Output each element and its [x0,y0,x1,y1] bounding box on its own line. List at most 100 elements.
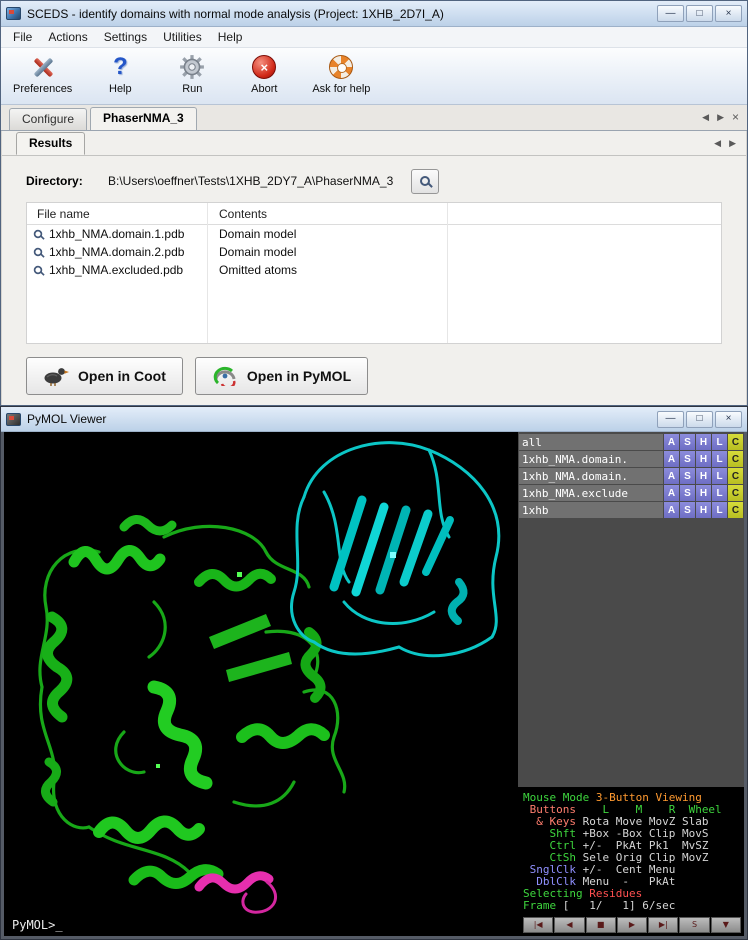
browse-directory-button[interactable] [411,169,439,194]
file-contents: Domain model [207,245,296,259]
vcr-s-button[interactable]: S [679,917,709,933]
vcr-rewind-button[interactable]: |◀ [523,917,553,933]
action-button[interactable]: A [664,485,679,501]
frame-counter-line: Frame [ 1/ 1] 6/sec [523,900,742,912]
pymol-app-icon [6,413,21,426]
ask-for-help-button[interactable]: Ask for help [312,53,370,95]
pymol-minimize-button[interactable]: — [657,411,684,428]
object-row-all: all A S H L C [519,434,743,450]
show-button[interactable]: S [680,468,695,484]
hide-button[interactable]: H [696,434,711,450]
table-row[interactable]: 1xhb_NMA.excluded.pdb Omitted atoms [27,261,721,279]
magnifier-icon [34,266,43,275]
label-button[interactable]: L [712,485,727,501]
column-header-contents[interactable]: Contents [207,207,267,221]
hide-button[interactable]: H [696,485,711,501]
show-button[interactable]: S [680,485,695,501]
tab-configure[interactable]: Configure [9,108,87,130]
object-row-domain2: 1xhb_NMA.domain. A S H L C [519,468,743,484]
show-button[interactable]: S [680,434,695,450]
color-button[interactable]: C [728,502,743,518]
pymol-window: PyMOL Viewer — □ × [0,406,748,940]
abort-button[interactable]: × Abort [240,53,288,95]
table-row[interactable]: 1xhb_NMA.domain.1.pdb Domain model [27,225,721,243]
object-name[interactable]: 1xhb_NMA.domain. [519,451,663,467]
results-scroll-right[interactable]: ▶ [729,138,736,149]
run-button[interactable]: Run [168,53,216,95]
hide-button[interactable]: H [696,468,711,484]
tab-close-button[interactable]: × [732,110,739,124]
maximize-button[interactable]: □ [686,5,713,22]
vcr-play-button[interactable]: ▶ [617,917,647,933]
vcr-menu-button[interactable]: ▼ [711,917,741,933]
menu-actions[interactable]: Actions [40,28,95,46]
preferences-button[interactable]: Preferences [13,53,72,95]
toolbar: Preferences ? Help [1,48,747,105]
pymol-maximize-button[interactable]: □ [686,411,713,428]
tab-phasernma3[interactable]: PhaserNMA_3 [90,107,197,130]
lifebuoy-icon [327,53,355,81]
color-button[interactable]: C [728,434,743,450]
show-button[interactable]: S [680,502,695,518]
protein-cartoon [4,432,518,936]
subtab-results[interactable]: Results [16,132,85,155]
desktop: SCEDS - identify domains with normal mod… [0,0,748,940]
object-name[interactable]: all [519,434,663,450]
coot-bird-icon [43,364,69,389]
object-name[interactable]: 1xhb_NMA.domain. [519,468,663,484]
minimize-button[interactable]: — [657,5,684,22]
tools-icon [29,53,57,81]
results-content: Directory: B:\Users\oeffner\Tests\1XHB_2… [2,156,746,405]
action-button[interactable]: A [664,451,679,467]
object-name[interactable]: 1xhb_NMA.exclude [519,485,663,501]
action-button[interactable]: A [664,468,679,484]
table-header: File name Contents [27,203,721,225]
show-button[interactable]: S [680,451,695,467]
open-in-pymol-button[interactable]: Open in PyMOL [195,357,368,395]
tabbar: Configure PhaserNMA_3 ◀ ▶ × [1,105,747,131]
sceds-titlebar[interactable]: SCEDS - identify domains with normal mod… [1,1,747,27]
vcr-stop-button[interactable]: ■ [586,917,616,933]
close-button[interactable]: × [715,5,742,22]
tab-scroll-left[interactable]: ◀ [702,112,709,123]
label-button[interactable]: L [712,468,727,484]
menu-utilities[interactable]: Utilities [155,28,210,46]
open-in-coot-button[interactable]: Open in Coot [26,357,183,395]
hide-button[interactable]: H [696,451,711,467]
label-button[interactable]: L [712,502,727,518]
menu-settings[interactable]: Settings [96,28,155,46]
pymol-viewport[interactable]: PyMOL>_ [4,432,518,936]
menu-file[interactable]: File [5,28,40,46]
pymol-close-button[interactable]: × [715,411,742,428]
object-row-1xhb: 1xhb A S H L C [519,502,743,518]
vcr-back-button[interactable]: ◀ [554,917,584,933]
sceds-window-title: SCEDS - identify domains with normal mod… [27,7,657,21]
color-button[interactable]: C [728,451,743,467]
magnifier-icon [34,230,43,239]
pymol-titlebar[interactable]: PyMOL Viewer — □ × [1,407,747,432]
directory-label: Directory: [26,174,108,188]
action-button[interactable]: A [664,434,679,450]
menu-help[interactable]: Help [210,28,251,46]
gear-icon [178,53,206,81]
magnifier-icon [34,248,43,257]
object-name[interactable]: 1xhb [519,502,663,518]
help-button[interactable]: ? Help [96,53,144,95]
label-button[interactable]: L [712,451,727,467]
hide-button[interactable]: H [696,502,711,518]
vcr-controls: |◀ ◀ ■ ▶ ▶| S ▼ [523,917,742,934]
table-row[interactable]: 1xhb_NMA.domain.2.pdb Domain model [27,243,721,261]
tab-scroll-right[interactable]: ▶ [717,112,724,123]
sceds-app-icon [6,7,21,20]
command-prompt[interactable]: PyMOL>_ [12,918,63,932]
vcr-forward-button[interactable]: ▶| [648,917,678,933]
results-scroll-left[interactable]: ◀ [714,138,721,149]
mouse-help-panel: Mouse Mode 3-Button Viewing Buttons L M … [518,787,744,936]
color-button[interactable]: C [728,485,743,501]
label-button[interactable]: L [712,434,727,450]
column-header-filename[interactable]: File name [27,207,207,221]
action-button[interactable]: A [664,502,679,518]
color-button[interactable]: C [728,468,743,484]
magnifier-icon [420,176,430,186]
object-list: all A S H L C 1xhb_NMA.domain. A S H L C [518,432,744,787]
